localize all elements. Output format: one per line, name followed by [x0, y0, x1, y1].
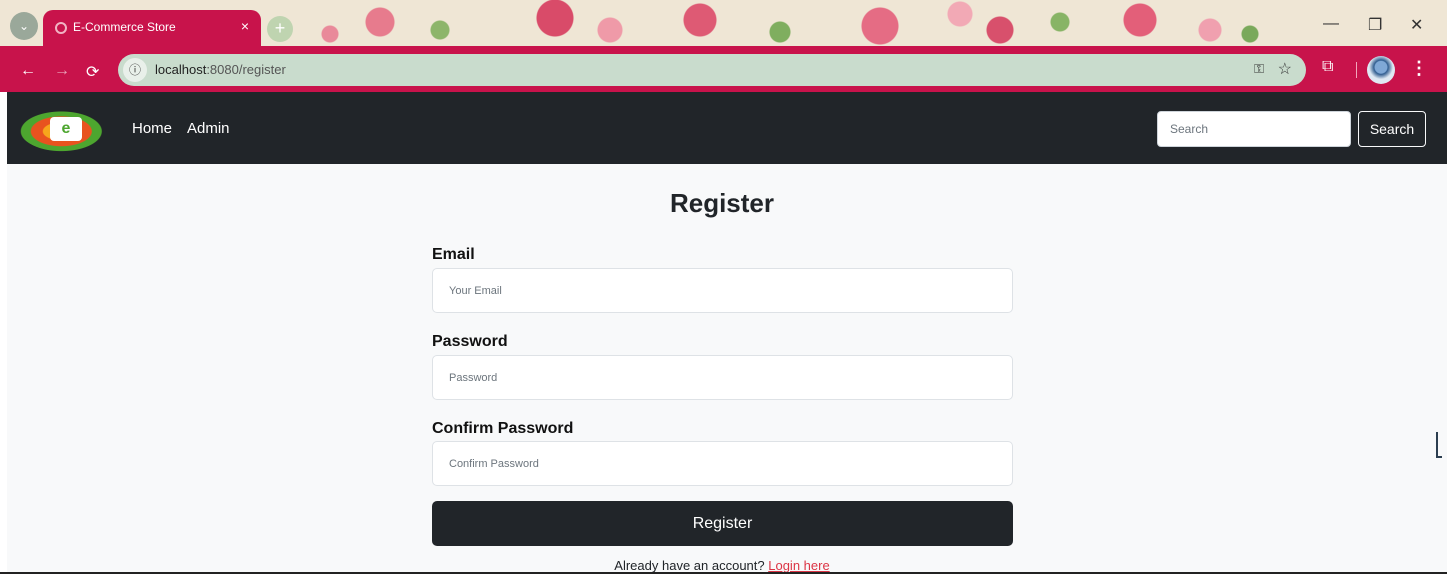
page-title: Register — [669, 188, 775, 218]
plus-icon: + — [274, 18, 286, 38]
search-button[interactable]: Search — [1358, 111, 1426, 147]
profile-avatar[interactable] — [1367, 56, 1395, 84]
login-prompt-text: Already have an account? — [614, 558, 769, 573]
kebab-menu-icon[interactable]: ⋮ — [1410, 58, 1428, 79]
globe-icon — [55, 22, 67, 34]
edge-bracket — [1436, 432, 1442, 458]
minimize-icon[interactable]: — — [1323, 15, 1339, 33]
confirm-password-label: Confirm Password — [432, 420, 574, 437]
close-tab-icon[interactable]: × — [241, 18, 249, 34]
tab-search-button[interactable]: ⌄ — [10, 12, 38, 40]
bookmark-star-icon[interactable]: ☆ — [1278, 59, 1292, 79]
restore-icon[interactable]: ❐ — [1368, 15, 1382, 35]
toolbar-divider — [1356, 62, 1357, 78]
close-window-icon[interactable]: ✕ — [1410, 15, 1423, 35]
login-link[interactable]: Login here — [768, 558, 829, 573]
tab-ecommerce-store[interactable]: E-Commerce Store × — [43, 10, 261, 50]
email-field[interactable] — [432, 268, 1013, 313]
nav-link-home[interactable]: Home — [132, 120, 172, 137]
login-prompt: Already have an account? Login here — [7, 558, 1437, 573]
tab-title: E-Commerce Store — [73, 20, 176, 34]
email-label: Email — [432, 246, 475, 263]
key-icon[interactable]: ⚿ — [1254, 61, 1264, 77]
url-path: :8080/register — [206, 62, 286, 77]
bottom-divider — [0, 572, 1447, 574]
store-logo[interactable]: e — [19, 106, 113, 152]
shopping-bag-icon: e — [50, 117, 82, 141]
nav-link-admin[interactable]: Admin — [187, 120, 230, 137]
register-page: Register Email Password Confirm Password… — [7, 164, 1447, 573]
back-icon[interactable]: ← — [20, 62, 36, 80]
search-input[interactable] — [1157, 111, 1351, 147]
site-info-icon[interactable]: ⓘ — [123, 58, 147, 82]
extensions-icon[interactable]: ⧉ — [1322, 58, 1333, 76]
confirm-password-field[interactable] — [432, 441, 1013, 486]
new-tab-button[interactable]: + — [267, 16, 293, 42]
reload-icon[interactable]: ⟳ — [86, 62, 99, 82]
address-bar[interactable]: ⓘ localhost:8080/register ⚿ ☆ — [118, 54, 1306, 86]
password-label: Password — [432, 333, 508, 350]
password-field[interactable] — [432, 355, 1013, 400]
site-navbar: e Home Admin Search — [7, 92, 1447, 164]
register-button[interactable]: Register — [432, 501, 1013, 546]
url-text: localhost:8080/register — [155, 62, 286, 77]
forward-icon[interactable]: → — [54, 62, 70, 80]
browser-window: ⌄ E-Commerce Store × + — ❐ ✕ ← → ⟳ ⓘ loc… — [0, 0, 1447, 580]
chevron-down-icon: ⌄ — [18, 19, 30, 33]
url-host: localhost — [155, 62, 207, 77]
